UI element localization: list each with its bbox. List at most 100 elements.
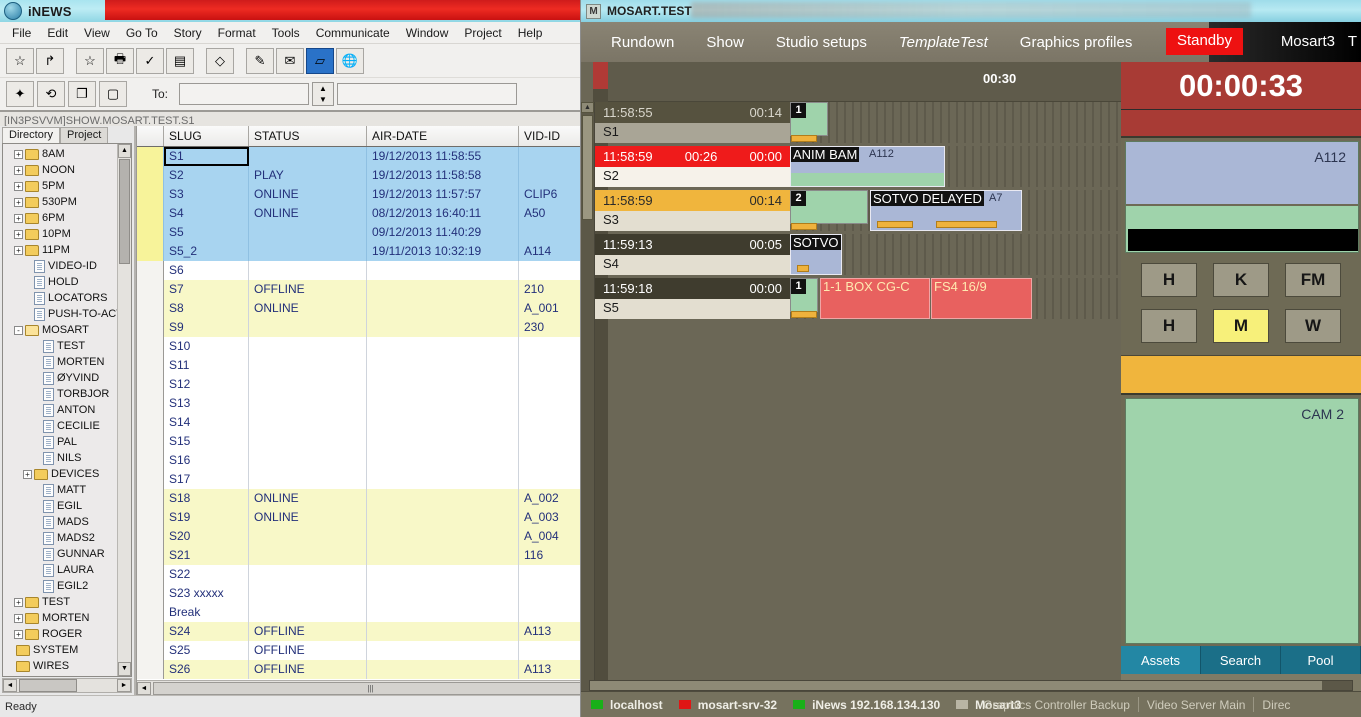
table-row[interactable]: S5_219/11/2013 10:32:19A114	[137, 242, 590, 261]
row-marker-cell[interactable]	[137, 394, 164, 413]
table-row[interactable]: S11	[137, 356, 590, 375]
tree-item-locators[interactable]: LOCATORS	[5, 290, 117, 306]
tree-item-egil2[interactable]: EGIL2	[5, 578, 117, 594]
row-vidid-cell[interactable]	[519, 223, 589, 242]
row-marker-cell[interactable]	[137, 223, 164, 242]
table-row[interactable]: S2PLAY19/12/2013 11:58:58	[137, 166, 590, 185]
tree-item-cecilie[interactable]: CECILIE	[5, 418, 117, 434]
tree-item-roger[interactable]: +ROGER	[5, 626, 117, 642]
row-vidid-cell[interactable]: A_001	[519, 299, 589, 318]
row-airdate-cell[interactable]: 09/12/2013 11:40:29	[367, 223, 519, 242]
row-slug-cell[interactable]: S26	[164, 660, 249, 679]
tree-item-11pm[interactable]: +11PM	[5, 242, 117, 258]
menu-file[interactable]: File	[4, 24, 39, 42]
row-status-cell[interactable]	[249, 565, 367, 584]
row-marker-cell[interactable]	[137, 470, 164, 489]
row-vidid-cell[interactable]: 116	[519, 546, 589, 565]
standby-button[interactable]: Standby	[1166, 28, 1243, 55]
row-marker-cell[interactable]	[137, 147, 164, 166]
tree-hscroll-left-button[interactable]: ◄	[3, 679, 17, 692]
tree-item-torbjor[interactable]: TORBJOR	[5, 386, 117, 402]
column-header-slug[interactable]: SLUG	[164, 126, 249, 146]
table-row[interactable]: S13	[137, 394, 590, 413]
column-header-status[interactable]: STATUS	[249, 126, 367, 146]
row-vidid-cell[interactable]	[519, 584, 589, 603]
timeline-clip[interactable]: ANIM BAMA112	[790, 146, 945, 187]
save-icon[interactable]: ▤	[166, 48, 194, 74]
row-airdate-cell[interactable]	[367, 546, 519, 565]
blank-script-icon[interactable]: ▢	[99, 81, 127, 107]
tree-item-noon[interactable]: +NOON	[5, 162, 117, 178]
table-row[interactable]: S16	[137, 451, 590, 470]
row-marker-cell[interactable]	[137, 489, 164, 508]
story-icon[interactable]: ▱	[306, 48, 334, 74]
row-slug-cell[interactable]: S13	[164, 394, 249, 413]
timeline-clip[interactable]: 1	[790, 278, 818, 312]
timeline-clip[interactable]: 1-1 BOX CG-C	[820, 278, 930, 319]
timeline-row[interactable]: 11:58:5900:14S32SOTVO DELAYEDA7	[595, 190, 1121, 231]
tree-item-mads[interactable]: MADS	[5, 514, 117, 530]
row-vidid-cell[interactable]	[519, 470, 589, 489]
tree-item-morten[interactable]: MORTEN	[5, 354, 117, 370]
row-vidid-cell[interactable]: 230	[519, 318, 589, 337]
row-airdate-cell[interactable]	[367, 280, 519, 299]
menu-communicate[interactable]: Communicate	[308, 24, 398, 42]
row-marker-cell[interactable]	[137, 204, 164, 223]
timeline-vertical-scrollbar[interactable]: ▲	[581, 102, 595, 691]
tree-item-pal[interactable]: PAL	[5, 434, 117, 450]
row-status-cell[interactable]: ONLINE	[249, 489, 367, 508]
row-marker-cell[interactable]	[137, 432, 164, 451]
grid-hscroll-left-button[interactable]: ◄	[137, 682, 151, 695]
timeline-clip[interactable]: SOTVO	[790, 234, 842, 275]
row-marker-cell[interactable]	[137, 565, 164, 584]
row-vidid-cell[interactable]: A_003	[519, 508, 589, 527]
row-slug-cell[interactable]: S8	[164, 299, 249, 318]
tree-item-530pm[interactable]: +530PM	[5, 194, 117, 210]
tree-expander-icon[interactable]: -	[14, 326, 23, 335]
row-status-cell[interactable]	[249, 603, 367, 622]
row-status-cell[interactable]	[249, 584, 367, 603]
tree-item-laura[interactable]: LAURA	[5, 562, 117, 578]
table-row[interactable]: S8ONLINEA_001	[137, 299, 590, 318]
menu-view[interactable]: View	[76, 24, 118, 42]
preview-monitor-program[interactable]: A112	[1125, 141, 1359, 253]
table-row[interactable]: Break	[137, 603, 590, 622]
row-airdate-cell[interactable]	[367, 527, 519, 546]
timeline-track[interactable]: ANIM BAMA112	[790, 146, 1121, 187]
row-status-cell[interactable]	[249, 147, 367, 166]
tree-vertical-scrollbar[interactable]: ▲ ▼	[117, 144, 131, 676]
row-status-cell[interactable]	[249, 470, 367, 489]
row-status-cell[interactable]	[249, 318, 367, 337]
row-marker-cell[interactable]	[137, 242, 164, 261]
tab-project[interactable]: Project	[60, 127, 108, 143]
row-marker-cell[interactable]	[137, 508, 164, 527]
table-row[interactable]: S15	[137, 432, 590, 451]
undo-icon[interactable]: ⟲	[37, 81, 65, 107]
tree-item-5pm[interactable]: +5PM	[5, 178, 117, 194]
row-marker-cell[interactable]	[137, 603, 164, 622]
column-header-airdate[interactable]: AIR-DATE	[367, 126, 519, 146]
row-vidid-cell[interactable]	[519, 356, 589, 375]
tree-expander-icon[interactable]: +	[23, 470, 32, 479]
timeline-track[interactable]: 2SOTVO DELAYEDA7	[790, 190, 1121, 231]
row-slug-cell[interactable]: S24	[164, 622, 249, 641]
timeline-row[interactable]: 11:59:1800:00S511-1 BOX CG-CFS4 16/9	[595, 278, 1121, 319]
row-marker-cell[interactable]	[137, 622, 164, 641]
row-vidid-cell[interactable]: A_002	[519, 489, 589, 508]
row-status-cell[interactable]: OFFLINE	[249, 622, 367, 641]
row-marker-cell[interactable]	[137, 261, 164, 280]
row-status-cell[interactable]	[249, 337, 367, 356]
row-airdate-cell[interactable]: 19/12/2013 11:57:57	[367, 185, 519, 204]
row-marker-cell[interactable]	[137, 451, 164, 470]
tree-expander-icon[interactable]: +	[14, 598, 23, 607]
directory-tree[interactable]: +8AM+NOON+5PM+530PM+6PM+10PM+11PMVIDEO-I…	[3, 144, 117, 676]
key-button-w[interactable]: W	[1285, 309, 1341, 343]
row-marker-cell[interactable]	[137, 584, 164, 603]
tree-item-test[interactable]: +TEST	[5, 594, 117, 610]
table-row[interactable]: S20A_004	[137, 527, 590, 546]
row-vidid-cell[interactable]	[519, 451, 589, 470]
row-status-cell[interactable]	[249, 413, 367, 432]
row-slug-cell[interactable]: S10	[164, 337, 249, 356]
row-slug-cell[interactable]: S3	[164, 185, 249, 204]
timeline-clip[interactable]: FS4 16/9	[931, 278, 1032, 319]
